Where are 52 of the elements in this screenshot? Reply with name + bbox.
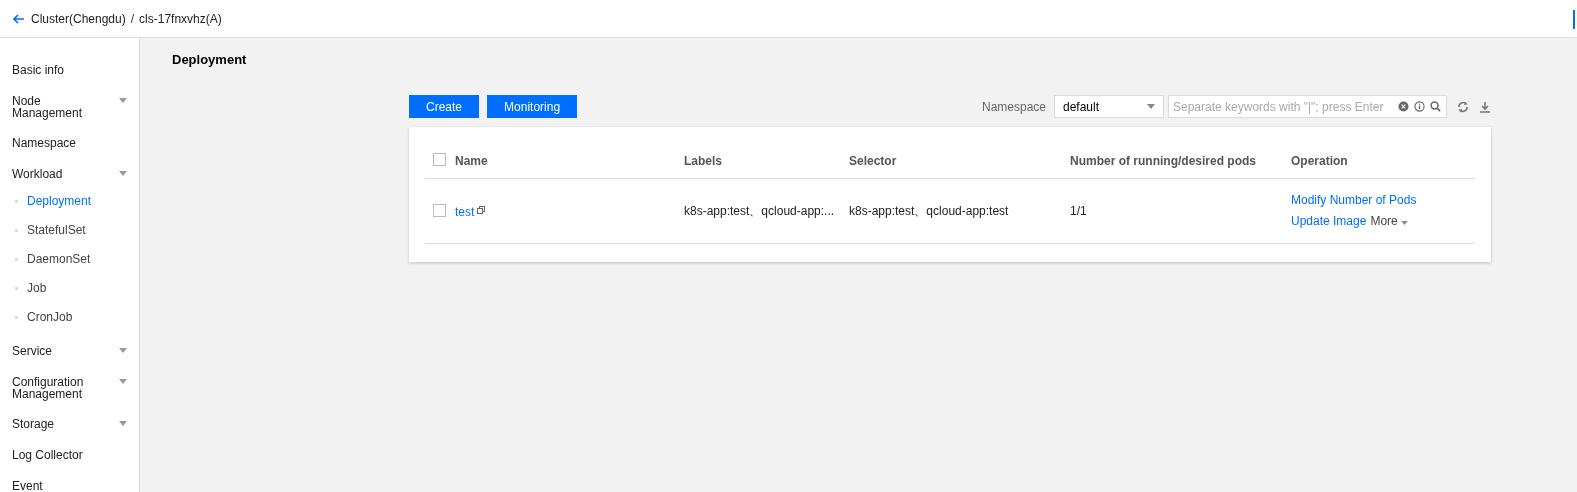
table-cell: k8s-app:test、qcloud-app:... (684, 203, 835, 218)
caret-icon (119, 421, 127, 426)
caret-icon (119, 379, 127, 384)
clear-icon[interactable] (1398, 101, 1409, 112)
back-arrow-icon[interactable] (13, 13, 25, 24)
breadcrumb-separator: / (130, 11, 135, 26)
caret-icon (119, 98, 127, 103)
sidebar-item[interactable]: Storage (0, 410, 139, 441)
scroll-indicator (1573, 10, 1575, 29)
checkbox[interactable] (433, 203, 446, 217)
sidebar-subitem[interactable]: StatefulSet (0, 217, 139, 246)
action-button[interactable]: Create (409, 95, 480, 118)
breadcrumb-link[interactable]: Cluster(Chengdu) (31, 11, 126, 26)
sidebar-subitem[interactable]: Deployment (0, 188, 139, 217)
namespace-select[interactable]: default (1054, 95, 1164, 118)
page-title: Deployment (172, 52, 248, 67)
sidebar-item[interactable]: Basic info (0, 56, 139, 87)
sidebar-item[interactable]: Log Collector (0, 441, 139, 472)
column-header: Operation (1291, 153, 1348, 168)
caret-icon (1147, 104, 1155, 109)
action-link[interactable]: Update Image (1291, 214, 1367, 228)
copy-icon[interactable] (477, 205, 486, 214)
search-field[interactable]: Separate keywords with "|"; press Enter (1168, 95, 1447, 118)
namespace-label: Namespace (981, 99, 1046, 114)
table-cell: k8s-app:test、qcloud-app:test (849, 203, 1009, 218)
checkbox[interactable] (433, 153, 446, 166)
sidebar-item[interactable]: Configuration Management (0, 368, 139, 410)
refresh-icon[interactable] (1457, 100, 1469, 113)
caret-icon (119, 348, 127, 353)
deployment-link[interactable]: test (455, 204, 475, 219)
sidebar-item[interactable]: Service (0, 337, 139, 368)
sidebar-item[interactable]: Namespace (0, 129, 139, 160)
sidebar-item[interactable]: Node Management (0, 87, 139, 129)
breadcrumb-current: cls-17fnxvhz(A) (139, 11, 222, 26)
sidebar-subitem[interactable]: CronJob (0, 304, 139, 333)
column-header: Labels (684, 153, 722, 168)
download-icon[interactable] (1479, 100, 1491, 113)
column-header: Number of running/desired pods (1070, 153, 1256, 168)
sidebar-item[interactable]: Workload (0, 160, 139, 191)
caret-icon (119, 171, 127, 176)
sidebar-item[interactable]: Event (0, 472, 139, 492)
table-cell: 1/1 (1070, 204, 1087, 218)
action-link[interactable]: Modify Number of Pods (1291, 193, 1417, 207)
more-dropdown[interactable]: More (1370, 214, 1409, 228)
column-header: Name (455, 154, 488, 168)
search-icon[interactable] (1430, 101, 1441, 112)
sidebar-subitem[interactable]: DaemonSet (0, 246, 139, 275)
sidebar-subitem[interactable]: Job (0, 275, 139, 304)
info-icon[interactable] (1414, 101, 1425, 112)
caret-icon (1401, 221, 1409, 225)
column-header: Selector (849, 153, 897, 168)
action-button[interactable]: Monitoring (487, 95, 578, 118)
